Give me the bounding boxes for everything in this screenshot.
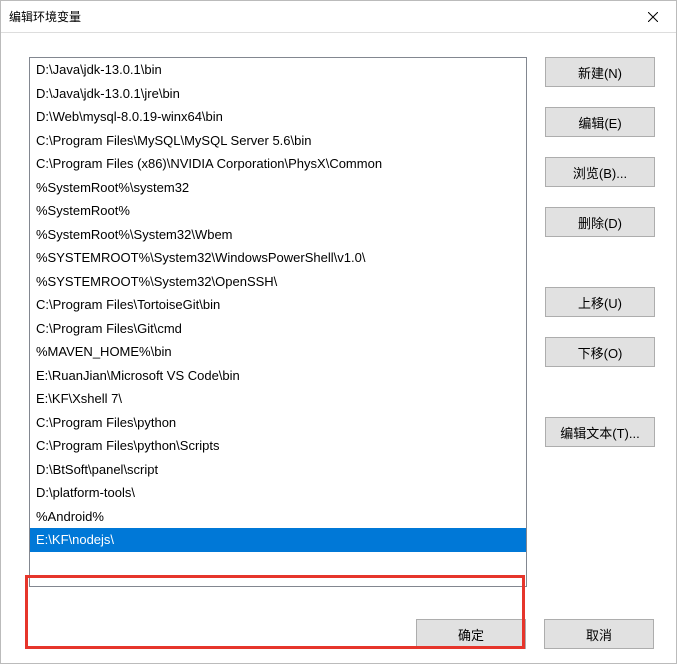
titlebar: 编辑环境变量	[1, 1, 676, 33]
dialog-title: 编辑环境变量	[9, 8, 81, 25]
path-listbox[interactable]: D:\Java\jdk-13.0.1\binD:\Java\jdk-13.0.1…	[29, 57, 527, 587]
list-item[interactable]: E:\KF\nodejs\	[30, 528, 526, 552]
footer: 确定 取消	[1, 605, 676, 663]
list-item[interactable]: E:\RuanJian\Microsoft VS Code\bin	[30, 364, 526, 388]
list-item[interactable]: D:\BtSoft\panel\script	[30, 458, 526, 482]
edit-button[interactable]: 编辑(E)	[545, 107, 655, 137]
side-buttons: 新建(N) 编辑(E) 浏览(B)... 删除(D) 上移(U) 下移(O) 编…	[545, 57, 655, 597]
env-variable-dialog: 编辑环境变量 D:\Java\jdk-13.0.1\binD:\Java\jdk…	[0, 0, 677, 664]
cancel-button[interactable]: 取消	[544, 619, 654, 649]
move-down-button[interactable]: 下移(O)	[545, 337, 655, 367]
ok-button[interactable]: 确定	[416, 619, 526, 649]
list-item[interactable]: %MAVEN_HOME%\bin	[30, 340, 526, 364]
delete-button[interactable]: 删除(D)	[545, 207, 655, 237]
edit-text-button[interactable]: 编辑文本(T)...	[545, 417, 655, 447]
list-item[interactable]: C:\Program Files\TortoiseGit\bin	[30, 293, 526, 317]
new-button[interactable]: 新建(N)	[545, 57, 655, 87]
list-item[interactable]: C:\Program Files\MySQL\MySQL Server 5.6\…	[30, 129, 526, 153]
list-item[interactable]: D:\Java\jdk-13.0.1\bin	[30, 58, 526, 82]
list-item[interactable]: D:\platform-tools\	[30, 481, 526, 505]
list-item[interactable]: D:\Web\mysql-8.0.19-winx64\bin	[30, 105, 526, 129]
content-area: D:\Java\jdk-13.0.1\binD:\Java\jdk-13.0.1…	[1, 33, 676, 605]
list-item[interactable]: %SystemRoot%	[30, 199, 526, 223]
list-item[interactable]: C:\Program Files (x86)\NVIDIA Corporatio…	[30, 152, 526, 176]
list-item[interactable]: %Android%	[30, 505, 526, 529]
list-area: D:\Java\jdk-13.0.1\binD:\Java\jdk-13.0.1…	[29, 57, 527, 597]
list-item[interactable]: C:\Program Files\Git\cmd	[30, 317, 526, 341]
list-item[interactable]: %SYSTEMROOT%\System32\WindowsPowerShell\…	[30, 246, 526, 270]
move-up-button[interactable]: 上移(U)	[545, 287, 655, 317]
list-item[interactable]: C:\Program Files\python	[30, 411, 526, 435]
close-button[interactable]	[630, 1, 676, 33]
list-item[interactable]: D:\Java\jdk-13.0.1\jre\bin	[30, 82, 526, 106]
list-item[interactable]: %SystemRoot%\system32	[30, 176, 526, 200]
list-item[interactable]: C:\Program Files\python\Scripts	[30, 434, 526, 458]
list-item[interactable]: %SYSTEMROOT%\System32\OpenSSH\	[30, 270, 526, 294]
list-item[interactable]: %SystemRoot%\System32\Wbem	[30, 223, 526, 247]
close-icon	[648, 12, 658, 22]
browse-button[interactable]: 浏览(B)...	[545, 157, 655, 187]
list-item[interactable]: E:\KF\Xshell 7\	[30, 387, 526, 411]
